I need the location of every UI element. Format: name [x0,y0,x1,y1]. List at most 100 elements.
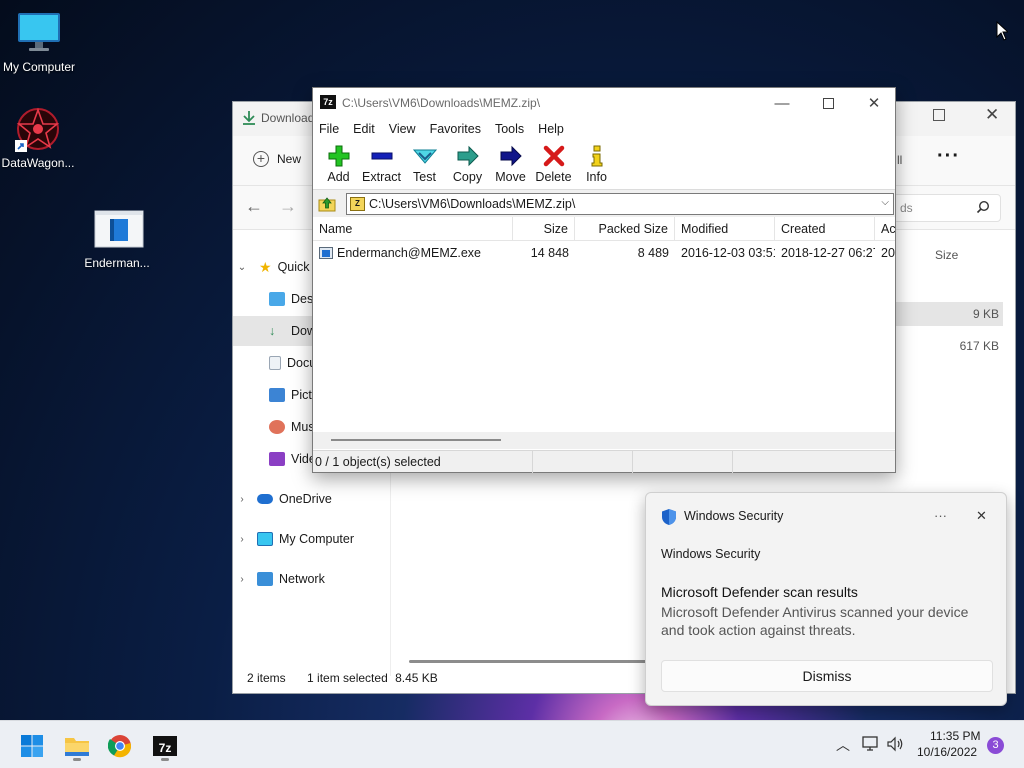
search-input[interactable]: ds [900,201,913,215]
maximize-icon[interactable] [933,109,945,121]
address-combobox[interactable]: Z C:\Users\VM6\Downloads\MEMZ.zip\ ⌵ [346,192,894,215]
extract-button[interactable]: Extract [360,140,403,189]
application-icon [94,206,144,252]
monitor-icon [257,532,273,546]
file-explorer-taskbar-button[interactable] [57,729,97,763]
see-more-icon[interactable]: ··· [937,145,960,168]
info-button[interactable]: Info [575,140,618,189]
download-arrow-icon: ↓ [269,324,276,338]
dismiss-button[interactable]: Dismiss [661,660,993,692]
desktop-icon-label: DataWagon... [1,156,75,170]
move-label: Move [495,170,526,184]
move-button[interactable]: Move [489,140,532,189]
horizontal-scrollbar[interactable] [409,660,649,663]
search-box[interactable]: ds [893,194,1001,222]
chevron-right-icon[interactable]: › [233,494,251,505]
status-size: 8.45 KB [395,671,438,685]
column-header-name[interactable]: Name [313,217,513,240]
tree-item-onedrive[interactable]: › OneDrive [233,484,433,514]
close-icon[interactable]: ✕ [985,105,999,125]
desktop-icon-enderman[interactable]: Enderman... [75,206,159,270]
clock-time[interactable]: 11:35 PM [930,729,980,743]
file-row[interactable]: Endermanch@MEMZ.exe 14 848 8 489 2016-12… [313,243,895,263]
menu-file[interactable]: File [319,122,339,136]
close-icon[interactable]: ✕ [851,88,897,118]
chevron-up-icon[interactable]: ︿ [836,735,850,755]
windows-security-notification[interactable]: Windows Security ··· ✕ Windows Security … [645,492,1007,706]
zip-archive-icon: Z [350,196,365,211]
horizontal-scrollbar-track[interactable] [313,432,895,449]
datawagon-icon [15,106,61,152]
document-icon [269,356,281,370]
address-path[interactable]: C:\Users\VM6\Downloads\MEMZ.zip\ [369,197,575,211]
column-header-size[interactable]: Size [513,217,575,240]
start-button[interactable] [12,729,52,763]
column-header-accessed[interactable]: Ac [875,217,895,240]
add-plus-icon [328,145,349,167]
chevron-right-icon[interactable]: › [233,534,251,545]
minimize-icon[interactable]: — [759,88,805,118]
toast-sender: Windows Security [661,547,761,561]
tree-item-my-computer[interactable]: › My Computer [233,524,433,554]
column-header-packed-size[interactable]: Packed Size [575,217,675,240]
view-icon[interactable]: ll [897,153,902,167]
new-button-label: New [277,152,302,166]
desktop-icon-label: My Computer [2,60,76,74]
7zip-icon: 7z [153,736,177,756]
toast-body: Microsoft Defender Antivirus scanned you… [661,604,969,638]
copy-button[interactable]: Copy [446,140,489,189]
new-button[interactable]: + New [253,151,301,167]
folder-icon [65,738,89,756]
chrome-taskbar-button[interactable] [100,729,140,763]
menu-favorites[interactable]: Favorites [430,122,481,136]
menu-help[interactable]: Help [538,122,564,136]
file-list-header: Name Size Packed Size Modified Created A… [313,217,895,241]
network-icon[interactable] [862,736,880,755]
status-selected: 1 item selected [307,671,388,685]
test-check-icon [412,149,437,164]
toast-heading: Microsoft Defender scan results [661,584,858,600]
notification-badge[interactable]: 3 [987,737,1004,754]
chevron-down-icon[interactable]: ⌄ [233,262,251,273]
folder-up-icon[interactable] [315,193,339,215]
sevenzip-window[interactable]: 7z C:\Users\VM6\Downloads\MEMZ.zip\ — ✕ … [312,87,896,473]
more-options-icon[interactable]: ··· [934,508,947,523]
tree-item-network[interactable]: › Network [233,564,433,594]
back-arrow-icon[interactable]: ← [245,196,263,217]
sevenzip-titlebar[interactable]: 7z C:\Users\VM6\Downloads\MEMZ.zip\ — ✕ [313,88,895,118]
add-button[interactable]: Add [317,140,360,189]
chevron-right-icon[interactable]: › [233,574,251,585]
menu-edit[interactable]: Edit [353,122,375,136]
desktop-folder-icon [269,292,285,306]
file-size: 14 848 [530,246,569,260]
menu-tools[interactable]: Tools [495,122,524,136]
horizontal-scrollbar-thumb[interactable] [331,439,501,441]
chevron-down-icon[interactable]: ⌵ [881,197,889,208]
status-cell [533,451,633,473]
desktop-icon-datawagon[interactable]: DataWagon... [0,106,80,170]
volume-icon[interactable] [886,736,904,755]
file-modified: 2016-12-03 03:51 [681,246,775,260]
column-header-size[interactable]: Size [935,248,958,262]
delete-button[interactable]: Delete [532,140,575,189]
videos-icon [269,452,285,466]
tree-item-label: My Computer [279,532,355,546]
test-button[interactable]: Test [403,140,446,189]
close-icon[interactable]: ✕ [976,508,987,524]
sevenzip-status-bar: 0 / 1 object(s) selected [313,450,895,473]
sevenzip-toolbar: Add Extract Test Copy Move Delete Info [313,140,895,190]
mouse-cursor-icon [996,20,1010,44]
file-accessed: 20 [881,246,895,260]
column-header-created[interactable]: Created [775,217,875,240]
column-header-modified[interactable]: Modified [675,217,775,240]
file-name: Endermanch@MEMZ.exe [337,246,481,260]
desktop-icon-my-computer[interactable]: My Computer [0,10,81,74]
forward-arrow-icon[interactable]: → [279,196,297,217]
clock-date[interactable]: 10/16/2022 [917,745,977,759]
7zip-taskbar-button[interactable]: 7z [145,729,185,763]
file-size: 617 KB [959,339,999,353]
sevenzip-title: C:\Users\VM6\Downloads\MEMZ.zip\ [342,96,541,110]
menu-view[interactable]: View [389,122,416,136]
maximize-icon[interactable] [805,88,851,118]
add-label: Add [327,170,350,184]
